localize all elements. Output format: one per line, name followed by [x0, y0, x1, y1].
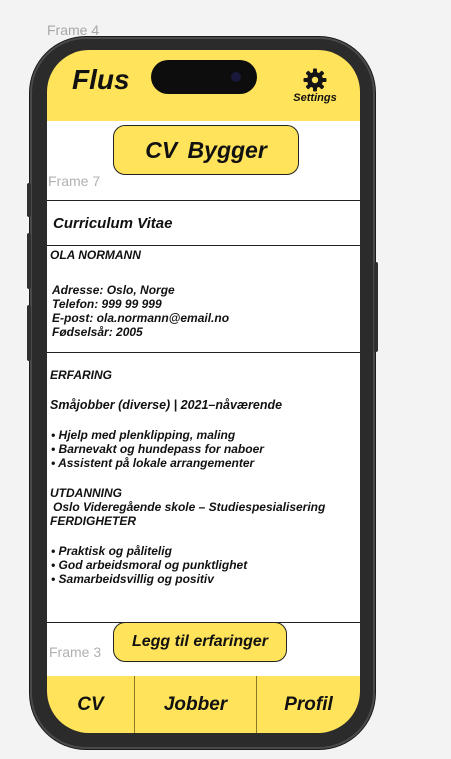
nav-item-cv[interactable]: CV [47, 676, 135, 733]
cv-builder-button[interactable]: CV Bygger [113, 125, 299, 175]
list-item: • Barnevakt og hundepass for naboer [51, 442, 264, 456]
frame-label-inner: Frame 7 [48, 173, 101, 189]
main-content: CV Bygger Frame 7 Curriculum Vitae OLA N… [47, 121, 360, 676]
list-item: • Samarbeidsvillig og positiv [51, 572, 214, 586]
frame-label-bottom: Frame 3 [49, 644, 102, 660]
experience-job: Småjobber (diverse) | 2021–nåværende [50, 398, 283, 412]
settings-label: Settings [293, 92, 337, 104]
cv-experience-section: ERFARING Småjobber (diverse) | 2021–nåvæ… [47, 368, 360, 586]
add-experience-button[interactable]: Legg til erfaringer [113, 622, 287, 662]
cv-heading: Curriculum Vitae [47, 201, 360, 246]
cv-address: Adresse: Oslo, Norge [52, 283, 175, 297]
cv-name: OLA NORMANN [50, 248, 141, 262]
dynamic-island [151, 60, 257, 94]
skills-label: FERDIGHETER [50, 514, 137, 528]
list-item: • Assistent på lokale arrangementer [51, 456, 255, 470]
phone-screen: Flus Settings CV Bygger Frame 7 Curricul… [47, 50, 360, 733]
app-title: Flus [72, 64, 130, 95]
cv-phone: Telefon: 999 99 999 [52, 297, 162, 311]
list-item: • God arbeidsmoral og punktlighet [51, 558, 248, 572]
cv-birth-year: Fødselsår: 2005 [52, 325, 143, 339]
nav-item-jobber[interactable]: Jobber [135, 676, 257, 733]
cv-email: E-post: ola.normann@email.no [52, 311, 230, 325]
phone-side-button-volume-up [27, 233, 31, 289]
list-item: • Hjelp med plenklipping, maling [51, 428, 236, 442]
cv-personal-section: OLA NORMANN Adresse: Oslo, Norge Telefon… [47, 246, 360, 353]
frame-label-top: Frame 4 [47, 22, 100, 38]
camera-icon [231, 72, 241, 82]
list-item: • Praktisk og pålitelig [51, 544, 172, 558]
bottom-nav: CV Jobber Profil [47, 676, 360, 733]
phone-side-button-action [27, 183, 31, 217]
phone-side-button-power [374, 262, 378, 352]
cv-document: Curriculum Vitae OLA NORMANN Adresse: Os… [47, 200, 360, 623]
nav-item-profil[interactable]: Profil [257, 676, 360, 733]
experience-label: ERFARING [50, 368, 113, 382]
education-label: UTDANNING [50, 486, 122, 500]
phone-side-button-volume-down [27, 305, 31, 361]
education-school: Oslo Videregående skole – Studiespesiali… [53, 500, 326, 514]
gear-icon [303, 68, 327, 92]
settings-button[interactable]: Settings [290, 68, 340, 104]
